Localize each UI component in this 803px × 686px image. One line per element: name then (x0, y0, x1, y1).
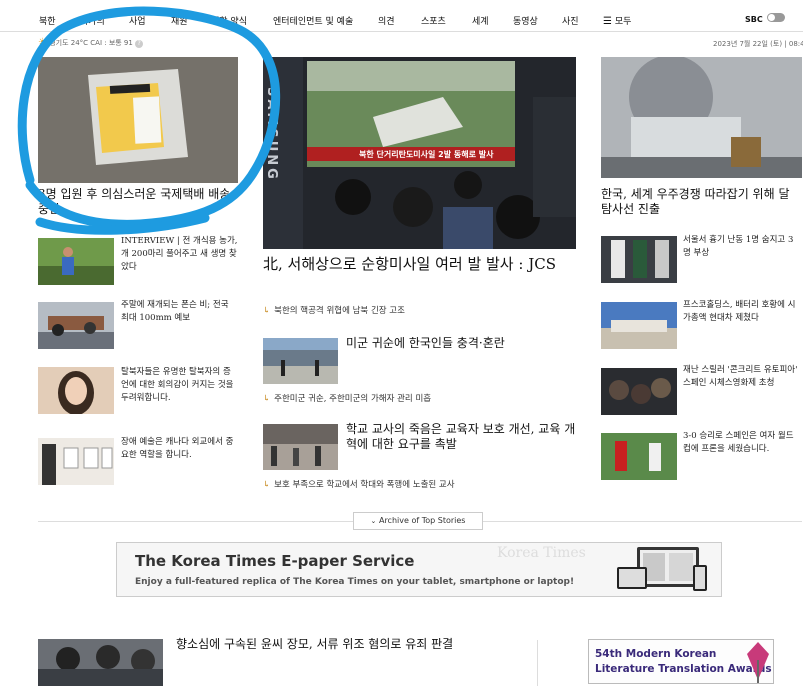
center-thumb-2[interactable] (263, 338, 338, 384)
sun-icon: ☀ (38, 37, 47, 48)
arrow-icon: ↳ (263, 306, 271, 316)
right-thumb-3[interactable] (601, 368, 677, 415)
center-main-photo[interactable]: SAMSUNG 북한 단거리탄도미사일 2발 동해로 발사 (263, 57, 576, 249)
nav-item-north-korea[interactable]: 북한 (39, 14, 56, 27)
right-item-2[interactable]: 프스코홀딩스, 배터리 호황에 시가총액 현대차 제쳤다 (683, 299, 801, 325)
samsung-logo: SAMSUNG (264, 87, 279, 182)
hamburger-icon: ☰ (603, 16, 612, 27)
translation-awards-ad[interactable]: 54th Modern Korean Literature Translatio… (588, 639, 774, 684)
nav-item-finance[interactable]: 재원 (171, 14, 188, 27)
nav-item-lifestyle[interactable]: 생활 양식 (211, 14, 247, 27)
left-item-4[interactable]: 장애 예술은 캐나다 외교에서 중요한 역할을 합니다. (121, 436, 238, 462)
right-item-1[interactable]: 서울서 흉기 난동 1명 숨지고 3명 부상 (683, 234, 801, 260)
parcel-illustration (38, 57, 238, 183)
gallery-photo (38, 438, 114, 485)
chevron-down-icon: ⌄ (370, 517, 377, 525)
left-item-3[interactable]: 탈북자들은 유명한 탈북자의 증언에 대한 회의감이 커지는 것을 두려워합니다… (121, 366, 238, 406)
center-story2-headline[interactable]: 미군 귀순에 한국인들 충격·혼란 (346, 336, 576, 351)
right-main-headline[interactable]: 한국, 세계 우주경쟁 따라잡기 위해 달 탐사선 진출 (601, 187, 802, 218)
center-story3-sub[interactable]: ↳ 보호 부족으로 학교에서 학대와 폭행에 노출된 교사 (263, 478, 455, 490)
nav-item-business[interactable]: 사업 (129, 14, 146, 27)
interview-kicker: INTERVIEW (121, 236, 175, 246)
jsa-photo (263, 338, 338, 384)
right-thumb-1[interactable] (601, 236, 677, 283)
court-photo (38, 639, 163, 686)
left-item-2[interactable]: 주말에 재개되는 폰슨 비; 전국 최대 100mm 예보 (121, 299, 238, 325)
nav-item-national[interactable]: 국가의 (80, 14, 105, 27)
factory-photo (601, 302, 677, 349)
film-poster-photo (601, 368, 677, 415)
left-thumb-4[interactable] (38, 438, 114, 485)
nav-item-video[interactable]: 동영상 (513, 14, 538, 27)
nav-item-photos[interactable]: 사진 (562, 14, 579, 27)
sbc-toggle[interactable] (767, 13, 785, 22)
weather-text: 경기도 24°C CAI : 보통 91 (49, 39, 133, 47)
center-main-sub[interactable]: ↳ 북한의 핵공격 위협에 남북 긴장 고조 (263, 304, 405, 316)
station-photo (601, 236, 677, 283)
left-thumb-2[interactable] (38, 302, 114, 349)
rain-photo (38, 302, 114, 349)
right-thumb-4[interactable] (601, 433, 677, 480)
right-thumb-2[interactable] (601, 302, 677, 349)
left-thumb-1[interactable] (38, 238, 114, 285)
left-item-1[interactable]: INTERVIEW | 전 개식용 농가, 개 200마리 풀어주고 새 생명 … (121, 235, 238, 275)
center-story2-sub[interactable]: ↳ 주한미군 귀순, 주한미군의 가해자 관리 미흡 (263, 392, 431, 404)
center-story3-headline[interactable]: 학교 교사의 죽음은 교육자 보호 개선, 교육 개혁에 대한 요구를 촉발 (346, 422, 576, 453)
flower-icon (747, 642, 769, 683)
archive-button[interactable]: ⌄ Archive of Top Stories (353, 512, 483, 530)
arrow-icon: ↳ (263, 480, 271, 490)
sbc-label: SBC (745, 15, 763, 24)
nav-item-entertainment[interactable]: 엔터테인먼트 및 예술 (273, 14, 353, 27)
info-icon[interactable]: ? (135, 40, 144, 48)
left-thumb-3[interactable] (38, 367, 114, 414)
nav-all-button[interactable]: ☰ 모두 (603, 14, 631, 27)
ad-line-1: 54th Modern Korean (595, 648, 717, 660)
banner-title: The Korea Times E-paper Service (135, 552, 415, 570)
top-nav: 북한 국가의 사업 재원 생활 양식 엔터테인먼트 및 예술 의견 스포츠 세계… (0, 8, 803, 32)
right-item-3[interactable]: 재난 스릴러 '콘크리트 유토피아' 스페인 시체스영화제 초청 (683, 364, 801, 390)
farmer-photo (38, 238, 114, 285)
nav-item-world[interactable]: 세계 (472, 14, 489, 27)
banner-bg-text: Korea Times (497, 545, 586, 561)
nav-item-opinion[interactable]: 의견 (378, 14, 395, 27)
soccer-photo (601, 433, 677, 480)
bottom-photo[interactable] (38, 639, 163, 686)
epaper-banner[interactable]: Korea Times The Korea Times E-paper Serv… (116, 542, 722, 597)
nav-item-sports[interactable]: 스포츠 (421, 14, 446, 27)
memorial-photo (263, 424, 338, 470)
date-text: 2023년 7월 22일 (토) | 08:43 (713, 40, 803, 48)
parcel-photo[interactable] (38, 57, 238, 183)
woman-portrait (38, 367, 114, 414)
bottom-divider (537, 640, 538, 686)
lunar-facility-photo (601, 57, 802, 178)
banner-subtitle: Enjoy a full-featured replica of The Kor… (135, 577, 575, 587)
devices-icon (617, 547, 707, 591)
center-thumb-3[interactable] (263, 424, 338, 470)
right-main-photo[interactable] (601, 57, 802, 178)
left-main-headline[interactable]: 3명 입원 후 의심스러운 국제택배 배송중단 (38, 187, 238, 218)
arrow-icon: ↳ (263, 394, 271, 404)
weather-bar: ☀ 경기도 24°C CAI : 보통 91 ? (38, 37, 144, 48)
center-main-headline[interactable]: 北, 서해상으로 순항미사일 여러 발 발사 : JCS (263, 255, 576, 274)
tv-caption: 북한 단거리탄도미사일 2발 동해로 발사 (359, 150, 494, 159)
bottom-headline[interactable]: 향소심에 구속된 윤씨 장모, 서류 위조 혐의로 유죄 판결 (176, 637, 516, 652)
right-item-4[interactable]: 3-0 승리로 스페인은 여자 월드컵에 프론을 세웠습니다. (683, 430, 801, 456)
